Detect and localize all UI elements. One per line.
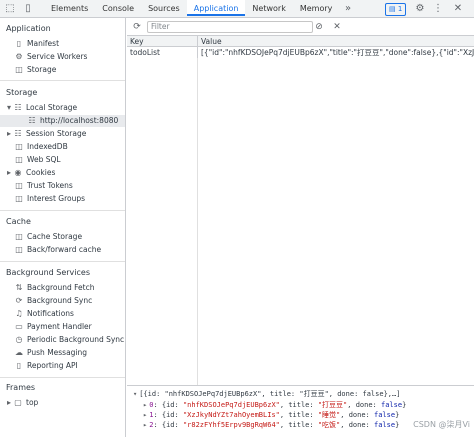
issues-count: 1 (397, 5, 403, 13)
preview-item[interactable]: ▸ 0: {id: "nhfKDSOJePq7djEUBp6zX", title:… (143, 400, 406, 410)
inspect-element-icon[interactable]: ⬚ (4, 3, 16, 15)
column-header-value[interactable]: Value (198, 36, 474, 47)
tab-network[interactable]: Network (245, 0, 292, 17)
filter-input[interactable]: Filter (147, 21, 313, 33)
settings-gear-icon[interactable]: ⚙ (414, 3, 426, 15)
chevron-down-icon[interactable]: ▾ (133, 390, 137, 398)
tab-console[interactable]: Console (95, 0, 141, 17)
preview-item[interactable]: ▸ 2: {id: "r82zFYhf5Erpv9BgRqW64", title:… (143, 420, 399, 430)
clear-all-icon[interactable]: ⊘ (313, 21, 325, 33)
tab-sources[interactable]: Sources (141, 0, 187, 17)
column-header-key[interactable]: Key (127, 36, 198, 47)
device-toolbar-icon[interactable]: ▯ (22, 3, 34, 15)
preview-summary[interactable]: ▾ [{id: "nhfKDSOJePq7djEUBp6zX", title: "… (133, 389, 400, 399)
issues-badge[interactable]: ▤ 1 (385, 3, 407, 16)
sidebar-border (0, 18, 126, 437)
chevron-right-icon[interactable]: ▸ (143, 411, 147, 419)
chevron-right-icon[interactable]: ▸ (143, 401, 147, 409)
column-divider (197, 58, 198, 385)
chevron-right-icon[interactable]: ▸ (143, 421, 147, 429)
close-icon[interactable]: ✕ (452, 3, 464, 15)
devtools-toolbar: ⬚ ▯ Elements Console Sources Application… (0, 0, 474, 18)
cell-value[interactable]: [{"id":"nhfKDSOJePq7djEUBp6zX","title":"… (198, 47, 474, 58)
message-icon: ▤ (389, 5, 396, 13)
preview-item[interactable]: ▸ 1: {id: "XzJkyNdYZt7ahOyemBLIs", title:… (143, 410, 399, 420)
panel-tabs: Elements Console Sources Application Net… (44, 0, 339, 18)
delete-selected-icon[interactable]: ✕ (331, 21, 343, 33)
more-options-icon[interactable]: ⋮ (432, 3, 444, 15)
storage-table: Key Value todoList [{"id":"nhfKDSOJePq7d… (127, 36, 474, 385)
tab-memory[interactable]: Memory (293, 0, 340, 17)
watermark: CSDN @柒月Vi (413, 420, 470, 429)
storage-toolbar: ⟳ Filter ⊘ ✕ (127, 18, 474, 36)
more-tabs-button[interactable]: » (342, 3, 354, 15)
tab-application[interactable]: Application (186, 0, 246, 16)
tab-elements[interactable]: Elements (44, 0, 95, 17)
cell-key[interactable]: todoList (127, 47, 198, 58)
refresh-icon[interactable]: ⟳ (131, 21, 143, 33)
